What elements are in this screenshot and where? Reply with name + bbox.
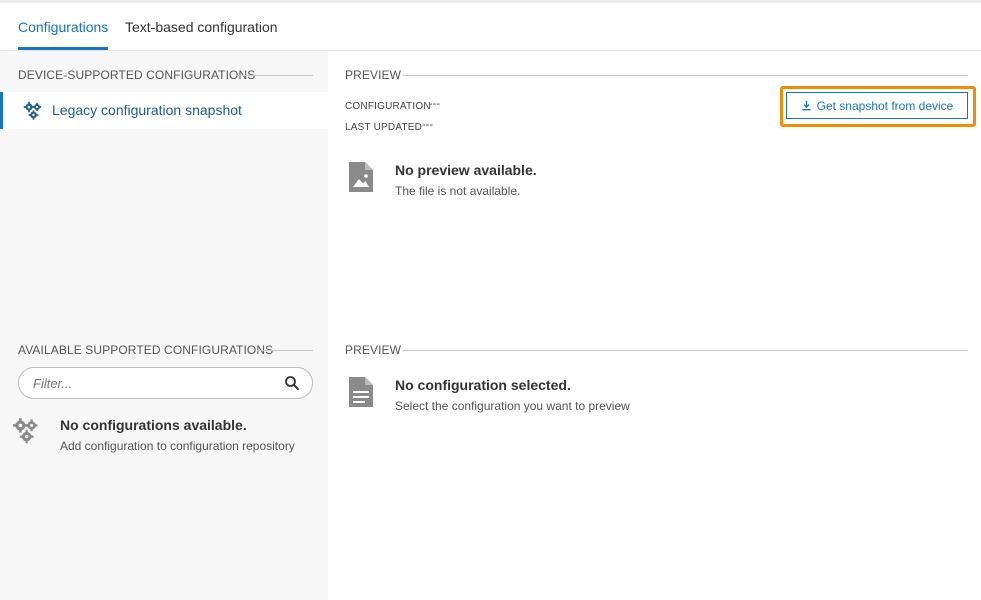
tab-configurations[interactable]: Configurations: [18, 3, 109, 50]
filter-field: [18, 367, 313, 399]
divider: [257, 350, 313, 351]
empty-title: No configurations available.: [60, 417, 247, 433]
gears-icon: [23, 101, 43, 121]
no-configurations-message: No configurations available. Add configu…: [60, 417, 295, 453]
divider: [403, 75, 968, 76]
last-updated-value: ---: [422, 119, 433, 131]
gears-icon: [12, 417, 40, 445]
search-icon[interactable]: [284, 375, 300, 391]
empty-subtitle: The file is not available.: [395, 184, 521, 198]
no-preview-message: No preview available. The file is not av…: [395, 162, 537, 198]
tab-bar: Configurations Text-based configuration: [0, 3, 981, 51]
configuration-key: CONFIGURATION: [345, 101, 431, 112]
left-pane: DEVICE-SUPPORTED CONFIGURATIONS Legacy c…: [0, 51, 328, 600]
right-pane: PREVIEW CONFIGURATION --- LAST UPDATED -…: [328, 51, 981, 600]
last-updated-key: LAST UPDATED: [345, 122, 423, 133]
config-item-label: Legacy configuration snapshot: [52, 102, 242, 118]
get-snapshot-label: Get snapshot from device: [816, 98, 954, 113]
preview-title: PREVIEW: [345, 343, 402, 357]
empty-title: No configuration selected.: [395, 377, 571, 393]
configuration-value: ---: [429, 98, 440, 110]
filter-input[interactable]: [33, 374, 273, 392]
divider: [403, 350, 968, 351]
empty-title: No preview available.: [395, 162, 537, 178]
preview-title: PREVIEW: [345, 68, 402, 82]
no-configuration-selected-message: No configuration selected. Select the co…: [395, 377, 630, 413]
device-supported-title: DEVICE-SUPPORTED CONFIGURATIONS: [18, 68, 256, 82]
image-file-icon: [349, 162, 373, 192]
empty-subtitle: Add configuration to configuration repos…: [60, 439, 295, 453]
download-icon: [802, 100, 811, 111]
document-icon: [349, 377, 373, 407]
available-supported-title: AVAILABLE SUPPORTED CONFIGURATIONS: [18, 343, 274, 357]
tab-text-based-configuration[interactable]: Text-based configuration: [125, 3, 278, 50]
divider: [237, 75, 313, 76]
get-snapshot-button[interactable]: Get snapshot from device: [786, 92, 968, 119]
config-item-legacy-snapshot[interactable]: Legacy configuration snapshot: [0, 92, 328, 129]
empty-subtitle: Select the configuration you want to pre…: [395, 399, 630, 413]
